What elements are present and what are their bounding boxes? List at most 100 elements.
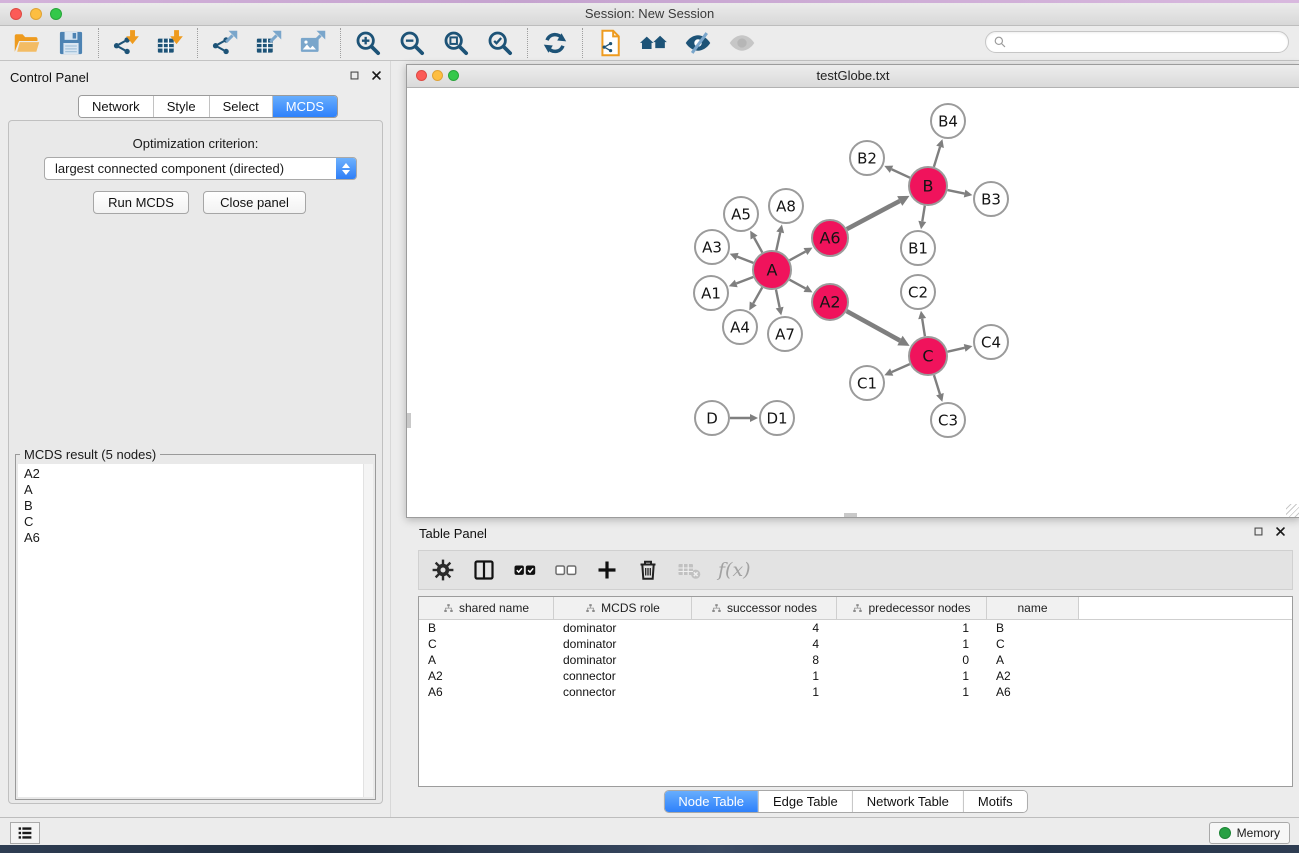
optimization-criterion-dropdown[interactable]: largest connected component (directed) [44,157,357,180]
mcds-result-item[interactable]: A [18,482,373,498]
table-row[interactable]: A2connector11A2 [419,668,1292,684]
table-row[interactable]: Bdominator41B [419,620,1292,636]
tab-node-table[interactable]: Node Table [664,791,758,812]
create-column-icon[interactable] [595,558,619,582]
table-cell[interactable]: 4 [692,637,837,651]
graph-node-A5[interactable]: A5 [724,197,758,231]
refresh-icon[interactable] [541,29,569,57]
mcds-result-item[interactable]: C [18,514,373,530]
table-cell[interactable]: 1 [692,685,837,699]
graph-node-C1[interactable]: C1 [850,366,884,400]
show-columns-icon[interactable] [472,558,496,582]
delete-columns-icon[interactable] [636,558,660,582]
graph-node-A7[interactable]: A7 [768,317,802,351]
table-cell[interactable]: 4 [692,621,837,635]
graph-node-B1[interactable]: B1 [901,231,935,265]
table-cell[interactable]: A2 [419,669,554,683]
table-row[interactable]: Cdominator41C [419,636,1292,652]
select-all-columns-icon[interactable] [513,558,537,582]
table-cell[interactable]: 0 [837,653,987,667]
table-cell[interactable]: dominator [554,653,692,667]
graph-node-A[interactable]: A [753,251,791,289]
graph-node-A2[interactable]: A2 [812,284,848,320]
graph-node-C4[interactable]: C4 [974,325,1008,359]
graph-node-A6[interactable]: A6 [812,220,848,256]
result-scrollbar[interactable] [363,464,373,797]
mcds-result-item[interactable]: A2 [18,466,373,482]
table-cell[interactable]: A6 [987,685,1079,699]
table-cell[interactable]: dominator [554,637,692,651]
graph-node-D1[interactable]: D1 [760,401,794,435]
search-field[interactable] [985,31,1289,53]
table-cell[interactable]: 1 [837,621,987,635]
table-cell[interactable]: A2 [987,669,1079,683]
table-cell[interactable]: connector [554,685,692,699]
close-panel-button[interactable]: Close panel [203,191,306,214]
table-cell[interactable]: 1 [692,669,837,683]
home-icon[interactable] [640,29,668,57]
graph-node-A1[interactable]: A1 [694,276,728,310]
zoom-selected-icon[interactable] [486,29,514,57]
table-cell[interactable]: C [987,637,1079,651]
export-image-icon[interactable] [299,29,327,57]
open-session-file-icon[interactable] [596,29,624,57]
network-window-titlebar[interactable]: testGlobe.txt [407,65,1299,88]
graph-node-A4[interactable]: A4 [723,310,757,344]
zoom-in-icon[interactable] [354,29,382,57]
close-panel-icon[interactable] [371,70,382,81]
column-header-shared-name[interactable]: shared name [419,597,554,619]
mcds-result-item[interactable]: A6 [18,530,373,546]
graph-node-C[interactable]: C [909,337,947,375]
show-graphics-icon[interactable] [728,29,756,57]
vertical-scroll-thumb[interactable] [407,413,411,428]
network-canvas[interactable]: B4 B2 B B3 A5 A8 A6 A3 B1 A A1 C2 A2 A4 A7 C C4 C1 C3 D D1 [407,88,1299,517]
zoom-fit-icon[interactable] [442,29,470,57]
network-minimize-button[interactable] [432,70,443,81]
tab-style[interactable]: Style [153,96,209,117]
table-row[interactable]: Adominator80A [419,652,1292,668]
export-table-icon[interactable] [255,29,283,57]
graph-node-C3[interactable]: C3 [931,403,965,437]
import-table-icon[interactable] [156,29,184,57]
mcds-result-item[interactable]: B [18,498,373,514]
minimize-window-button[interactable] [30,8,42,20]
column-header-predecessor-nodes[interactable]: predecessor nodes [837,597,987,619]
graph-node-B[interactable]: B [909,167,947,205]
table-cell[interactable]: 8 [692,653,837,667]
save-session-icon[interactable] [57,29,85,57]
close-window-button[interactable] [10,8,22,20]
close-panel-icon[interactable] [1275,526,1286,537]
graph-node-B3[interactable]: B3 [974,182,1008,216]
run-mcds-button[interactable]: Run MCDS [93,191,189,214]
table-cell[interactable]: connector [554,669,692,683]
column-header-successor-nodes[interactable]: successor nodes [692,597,837,619]
import-network-icon[interactable] [112,29,140,57]
tab-motifs[interactable]: Motifs [963,791,1027,812]
column-header-name[interactable]: name [987,597,1079,619]
table-settings-gear-icon[interactable] [431,558,455,582]
graph-node-A3[interactable]: A3 [695,230,729,264]
graph-node-D[interactable]: D [695,401,729,435]
table-cell[interactable]: 1 [837,685,987,699]
table-cell[interactable]: C [419,637,554,651]
export-network-icon[interactable] [211,29,239,57]
table-cell[interactable]: 1 [837,637,987,651]
function-builder-icon[interactable]: f(x) [718,559,751,581]
tab-network[interactable]: Network [79,96,153,117]
graph-node-C2[interactable]: C2 [901,275,935,309]
table-cell[interactable]: B [419,621,554,635]
graph-node-A8[interactable]: A8 [769,189,803,223]
window-resize-grip[interactable] [1286,504,1299,517]
network-maximize-button[interactable] [448,70,459,81]
zoom-out-icon[interactable] [398,29,426,57]
graph-node-B4[interactable]: B4 [931,104,965,138]
task-history-button[interactable] [10,822,40,844]
float-panel-icon[interactable] [349,70,360,81]
table-cell[interactable]: A [419,653,554,667]
table-cell[interactable]: dominator [554,621,692,635]
tab-edge-table[interactable]: Edge Table [758,791,852,812]
tab-mcds[interactable]: MCDS [272,96,337,117]
graph-node-B2[interactable]: B2 [850,141,884,175]
table-row[interactable]: A6connector11A6 [419,684,1292,700]
unselect-all-columns-icon[interactable] [554,558,578,582]
